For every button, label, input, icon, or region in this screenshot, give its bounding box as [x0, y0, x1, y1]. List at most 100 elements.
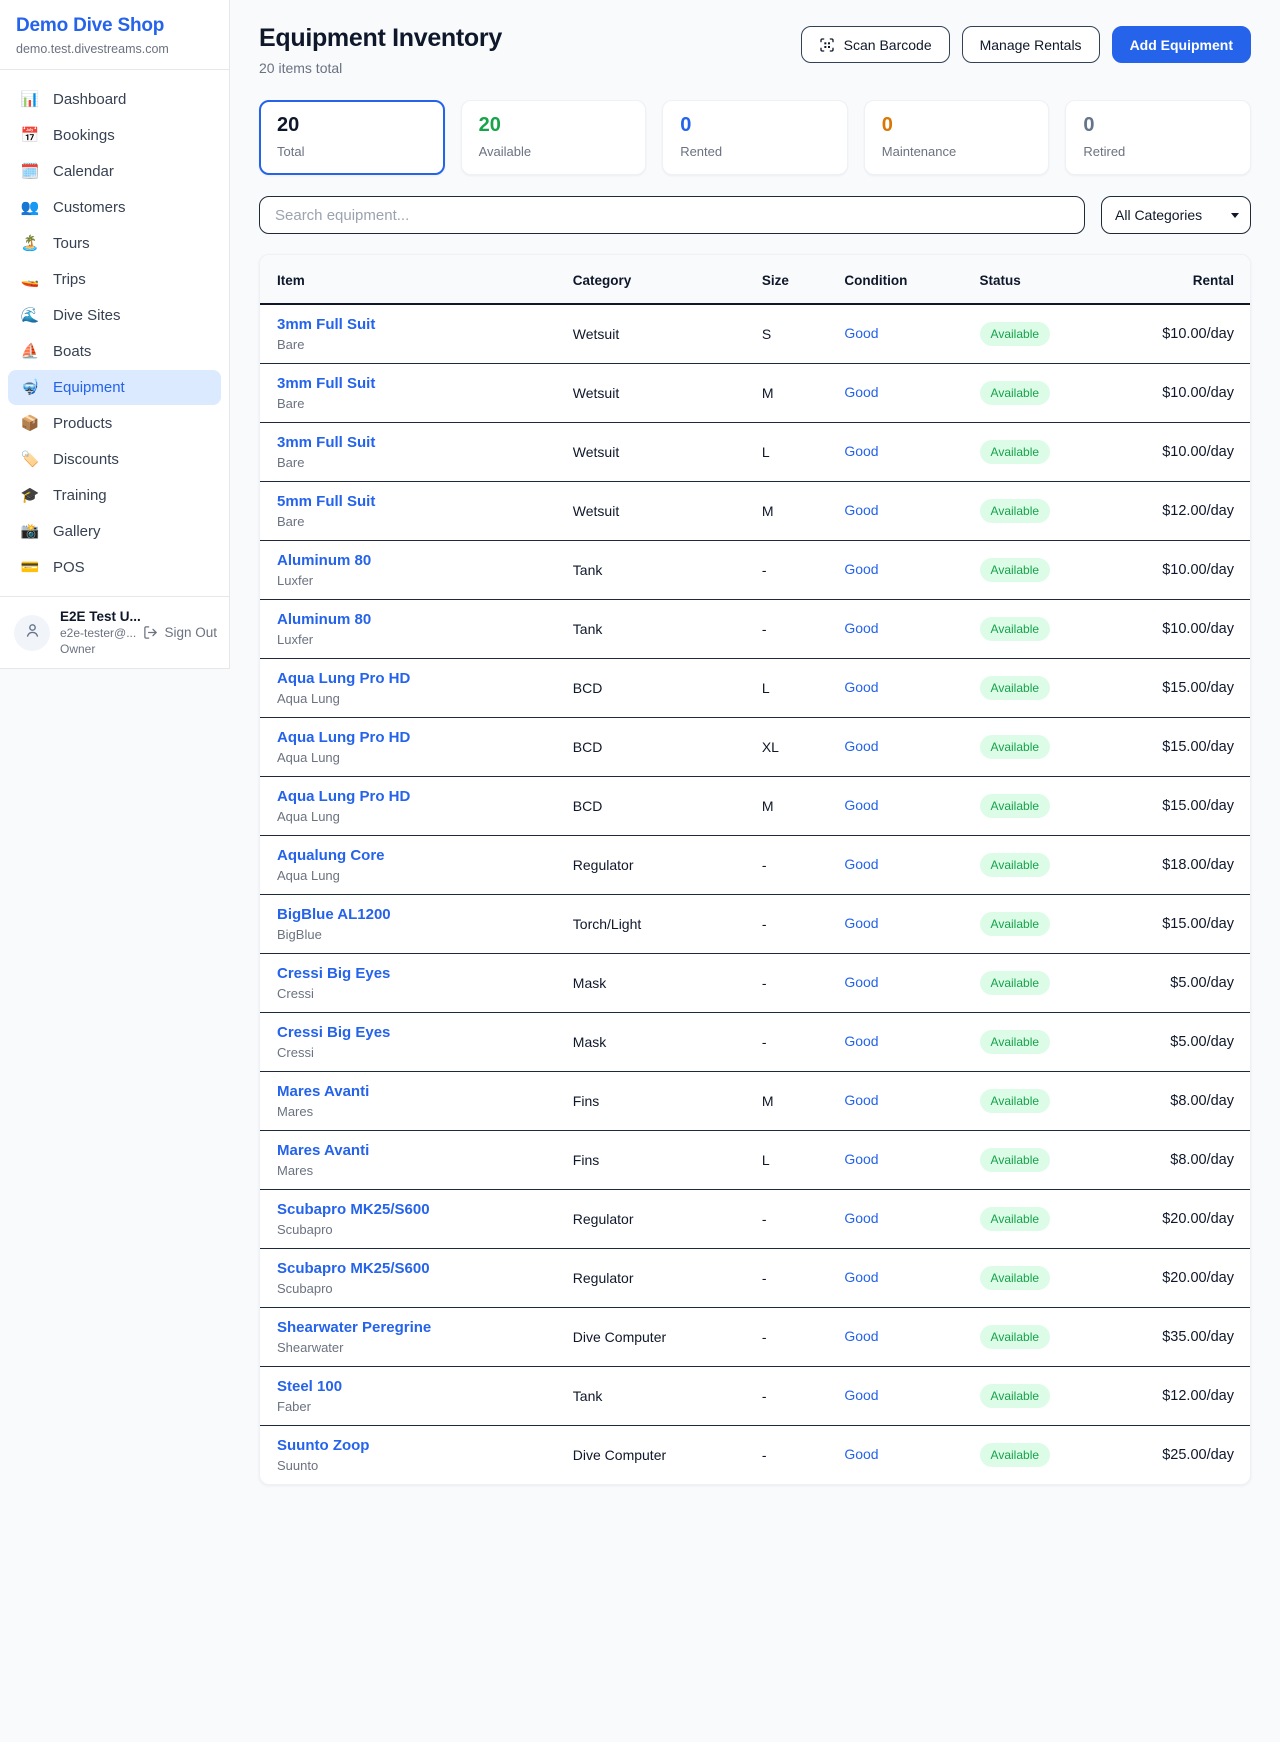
item-name-link[interactable]: Mares Avanti — [277, 1083, 557, 1100]
item-brand: Cressi — [277, 986, 557, 1001]
stat-card-retired[interactable]: 0Retired — [1065, 100, 1251, 175]
condition-cell: Good — [836, 954, 971, 1013]
item-name-link[interactable]: Aqualung Core — [277, 847, 557, 864]
manage-rentals-button[interactable]: Manage Rentals — [962, 26, 1100, 63]
item-name-link[interactable]: Steel 100 — [277, 1378, 557, 1395]
stat-card-rented[interactable]: 0Rented — [662, 100, 848, 175]
condition-cell: Good — [836, 1131, 971, 1190]
item-name-link[interactable]: BigBlue AL1200 — [277, 906, 557, 923]
scan-barcode-button[interactable]: Scan Barcode — [801, 26, 950, 63]
condition-link[interactable]: Good — [844, 1446, 878, 1462]
rental-cell: $15.00/day — [1109, 659, 1250, 718]
condition-link[interactable]: Good — [844, 797, 878, 813]
item-name-link[interactable]: Mares Avanti — [277, 1142, 557, 1159]
table-row: Shearwater PeregrineShearwaterDive Compu… — [260, 1308, 1250, 1367]
sidebar-item-dive-sites[interactable]: 🌊Dive Sites — [8, 298, 221, 333]
size-cell: L — [754, 659, 837, 718]
condition-link[interactable]: Good — [844, 502, 878, 518]
item-name-link[interactable]: 3mm Full Suit — [277, 316, 557, 333]
sidebar-item-tours[interactable]: 🏝️Tours — [8, 226, 221, 261]
sidebar-item-discounts[interactable]: 🏷️Discounts — [8, 442, 221, 477]
status-badge: Available — [980, 440, 1050, 464]
condition-link[interactable]: Good — [844, 443, 878, 459]
item-name-link[interactable]: Aluminum 80 — [277, 552, 557, 569]
add-equipment-button[interactable]: Add Equipment — [1112, 26, 1251, 63]
condition-link[interactable]: Good — [844, 1151, 878, 1167]
status-cell: Available — [972, 895, 1110, 954]
sidebar-item-training[interactable]: 🎓Training — [8, 478, 221, 513]
condition-link[interactable]: Good — [844, 1092, 878, 1108]
sidebar-item-bookings[interactable]: 📅Bookings — [8, 118, 221, 153]
sidebar-nav: 📊Dashboard📅Bookings🗓️Calendar👥Customers🏝… — [0, 70, 229, 596]
item-brand: Bare — [277, 514, 557, 529]
size-cell: L — [754, 1131, 837, 1190]
stat-value: 20 — [479, 114, 629, 137]
stat-card-available[interactable]: 20Available — [461, 100, 647, 175]
sidebar-item-trips[interactable]: 🚤Trips — [8, 262, 221, 297]
condition-link[interactable]: Good — [844, 915, 878, 931]
item-name-link[interactable]: 3mm Full Suit — [277, 375, 557, 392]
item-name-link[interactable]: Aqua Lung Pro HD — [277, 670, 557, 687]
condition-link[interactable]: Good — [844, 561, 878, 577]
status-badge: Available — [980, 381, 1050, 405]
item-brand: Bare — [277, 455, 557, 470]
item-name-link[interactable]: 3mm Full Suit — [277, 434, 557, 451]
user-footer: E2E Test U... e2e-tester@... Owner Sign … — [0, 596, 229, 668]
sidebar-item-products[interactable]: 📦Products — [8, 406, 221, 441]
item-name-link[interactable]: Aqua Lung Pro HD — [277, 788, 557, 805]
condition-link[interactable]: Good — [844, 325, 878, 341]
item-brand: Bare — [277, 337, 557, 352]
sidebar-item-boats[interactable]: ⛵Boats — [8, 334, 221, 369]
status-cell: Available — [972, 1072, 1110, 1131]
wave-icon: 🌊 — [20, 308, 40, 323]
condition-link[interactable]: Good — [844, 856, 878, 872]
condition-link[interactable]: Good — [844, 620, 878, 636]
sidebar-item-dashboard[interactable]: 📊Dashboard — [8, 82, 221, 117]
condition-cell: Good — [836, 777, 971, 836]
item-name-link[interactable]: 5mm Full Suit — [277, 493, 557, 510]
item-name-link[interactable]: Cressi Big Eyes — [277, 1024, 557, 1041]
stat-card-total[interactable]: 20Total — [259, 100, 445, 175]
item-cell: Mares AvantiMares — [260, 1072, 565, 1131]
condition-link[interactable]: Good — [844, 384, 878, 400]
condition-link[interactable]: Good — [844, 1269, 878, 1285]
sidebar-item-customers[interactable]: 👥Customers — [8, 190, 221, 225]
avatar — [14, 615, 50, 651]
item-brand: Faber — [277, 1399, 557, 1414]
condition-link[interactable]: Good — [844, 1387, 878, 1403]
status-badge: Available — [980, 1443, 1050, 1467]
condition-link[interactable]: Good — [844, 1328, 878, 1344]
sidebar-item-equipment[interactable]: 🤿Equipment — [8, 370, 221, 405]
condition-link[interactable]: Good — [844, 974, 878, 990]
item-cell: 5mm Full Suit Bare — [260, 482, 565, 541]
item-name-link[interactable]: Cressi Big Eyes — [277, 965, 557, 982]
condition-link[interactable]: Good — [844, 738, 878, 754]
status-cell: Available — [972, 541, 1110, 600]
sidebar-item-gallery[interactable]: 📸Gallery — [8, 514, 221, 549]
category-cell: Regulator — [565, 1249, 754, 1308]
item-name-link[interactable]: Scubapro MK25/S600 — [277, 1201, 557, 1218]
brand-name[interactable]: Demo Dive Shop — [16, 15, 213, 37]
sidebar-item-label: Boats — [53, 343, 91, 360]
condition-link[interactable]: Good — [844, 1033, 878, 1049]
page-header: Equipment Inventory 20 items total Scan … — [259, 24, 1251, 76]
category-select[interactable]: All Categories — [1101, 196, 1251, 234]
item-name-link[interactable]: Aluminum 80 — [277, 611, 557, 628]
item-name-link[interactable]: Aqua Lung Pro HD — [277, 729, 557, 746]
sidebar-item-label: Equipment — [53, 379, 125, 396]
item-name-link[interactable]: Suunto Zoop — [277, 1437, 557, 1454]
condition-link[interactable]: Good — [844, 1210, 878, 1226]
search-input[interactable] — [259, 196, 1085, 234]
item-name-link[interactable]: Shearwater Peregrine — [277, 1319, 557, 1336]
people-icon: 👥 — [20, 200, 40, 215]
size-cell: - — [754, 600, 837, 659]
table-row: Mares AvantiMaresFinsMGoodAvailable$8.00… — [260, 1072, 1250, 1131]
sign-out-button[interactable]: Sign Out — [143, 625, 217, 640]
condition-link[interactable]: Good — [844, 679, 878, 695]
stat-card-maintenance[interactable]: 0Maintenance — [864, 100, 1050, 175]
brand-block: Demo Dive Shop demo.test.divestreams.com — [0, 0, 229, 70]
sidebar-item-calendar[interactable]: 🗓️Calendar — [8, 154, 221, 189]
filters-row: All Categories — [259, 196, 1251, 234]
item-name-link[interactable]: Scubapro MK25/S600 — [277, 1260, 557, 1277]
sidebar-item-pos[interactable]: 💳POS — [8, 550, 221, 585]
